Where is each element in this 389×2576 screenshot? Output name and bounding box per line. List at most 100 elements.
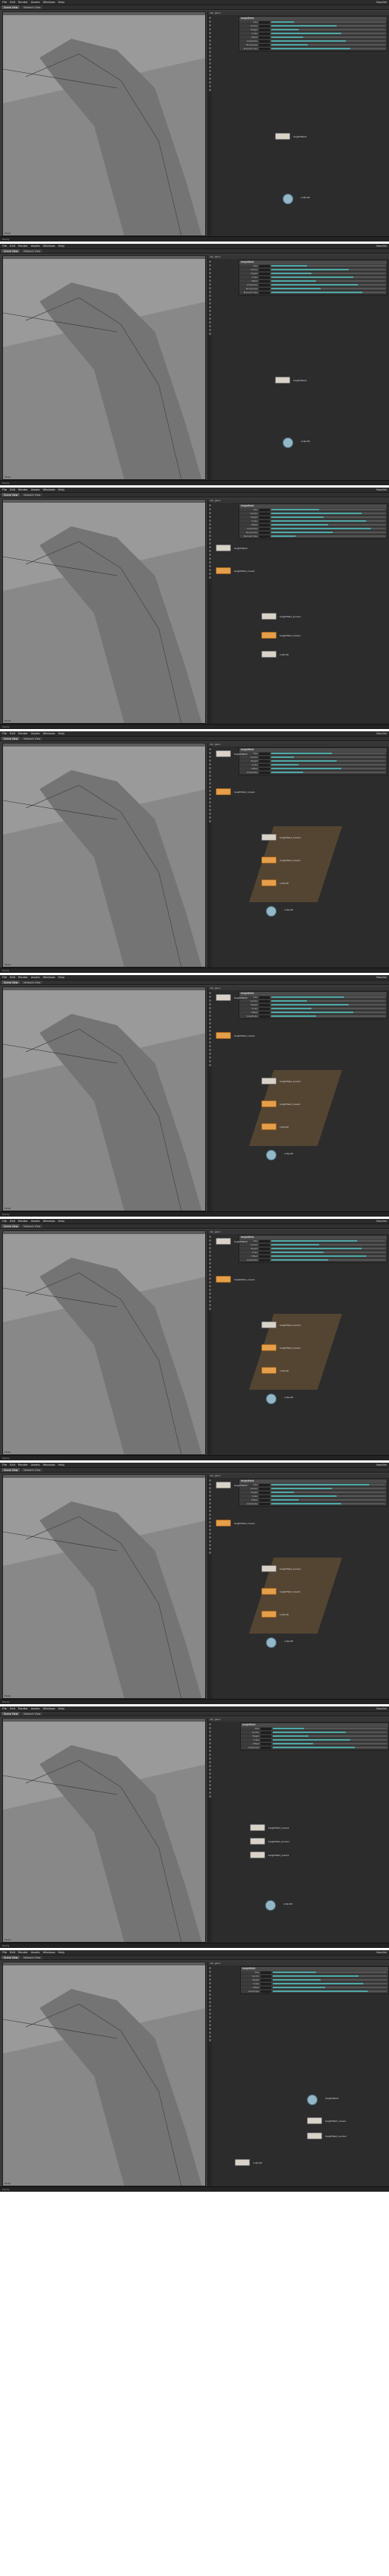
tool-icon[interactable] xyxy=(209,576,211,579)
parameter-slider[interactable] xyxy=(271,44,385,46)
tool-icon[interactable] xyxy=(209,999,211,1002)
tool-icon[interactable] xyxy=(209,1045,211,1047)
tool-icon[interactable] xyxy=(209,2020,211,2022)
menu-item[interactable]: Windows xyxy=(43,245,55,248)
parameter-slider[interactable] xyxy=(271,756,385,758)
tool-icon[interactable] xyxy=(209,17,211,19)
parameter-value-field[interactable] xyxy=(261,1735,271,1738)
tool-icon[interactable] xyxy=(209,523,211,526)
tool-icon[interactable] xyxy=(209,1506,211,1508)
network-node[interactable] xyxy=(307,2132,322,2139)
parameter-slider[interactable] xyxy=(271,516,385,518)
menu-item[interactable]: Edit xyxy=(10,1951,15,1954)
tool-icon[interactable] xyxy=(209,74,211,76)
parameter-value-field[interactable] xyxy=(259,999,270,1002)
tool-icon[interactable] xyxy=(209,1521,211,1523)
network-node[interactable] xyxy=(216,1276,231,1283)
menu-item[interactable]: Help xyxy=(59,1,65,4)
tool-icon[interactable] xyxy=(209,260,211,263)
tool-icon[interactable] xyxy=(209,1754,211,1756)
parameter-value-field[interactable] xyxy=(259,1011,270,1014)
tool-icon[interactable] xyxy=(209,992,211,994)
tool-icon[interactable] xyxy=(209,801,211,803)
path-item[interactable]: geo1 xyxy=(215,1474,221,1478)
tool-icon[interactable] xyxy=(209,797,211,800)
tool-icon[interactable] xyxy=(209,1750,211,1752)
parameter-value-field[interactable] xyxy=(259,752,270,755)
viewport-toolbar[interactable] xyxy=(3,987,205,990)
tab-0[interactable]: Scene View xyxy=(2,1224,21,1228)
viewport-toolbar[interactable] xyxy=(3,1475,205,1478)
parameter-value-field[interactable] xyxy=(259,527,270,530)
tool-icon[interactable] xyxy=(209,1026,211,1028)
menu-item[interactable]: Help xyxy=(59,1707,65,1710)
parameter-value-field[interactable] xyxy=(259,1243,270,1246)
path-item[interactable]: geo1 xyxy=(215,987,221,990)
parameter-slider[interactable] xyxy=(271,1252,385,1253)
parameter-value-field[interactable] xyxy=(259,291,270,294)
parameter-value-field[interactable] xyxy=(259,24,270,27)
tool-icon[interactable] xyxy=(209,1270,211,1272)
scene-viewport[interactable]: Persp xyxy=(2,255,206,480)
parameter-value-field[interactable] xyxy=(259,1258,270,1261)
tool-icon[interactable] xyxy=(209,291,211,293)
parameter-value-field[interactable] xyxy=(259,276,270,279)
parameter-value-field[interactable] xyxy=(261,1978,271,1981)
tab-0[interactable]: Scene View xyxy=(2,737,21,740)
tool-icon[interactable] xyxy=(209,2009,211,2011)
menu-item[interactable]: Help xyxy=(59,976,65,979)
tool-icon[interactable] xyxy=(209,759,211,762)
viewport-toolbar[interactable] xyxy=(3,256,205,259)
parameter-value-field[interactable] xyxy=(259,771,270,774)
menu-item[interactable]: Render xyxy=(18,1951,28,1954)
menu-item[interactable]: File xyxy=(2,245,7,248)
parameter-slider[interactable] xyxy=(271,535,385,537)
tool-icon[interactable] xyxy=(209,1738,211,1741)
tab-1[interactable]: Network View xyxy=(21,980,43,984)
tool-icon[interactable] xyxy=(209,1274,211,1276)
parameter-value-field[interactable] xyxy=(261,1731,271,1734)
tool-icon[interactable] xyxy=(209,535,211,537)
menu-item[interactable]: File xyxy=(2,976,7,979)
menu-item[interactable]: Help xyxy=(59,245,65,248)
menu-item[interactable]: Edit xyxy=(10,1220,15,1223)
tool-icon[interactable] xyxy=(209,1742,211,1744)
scene-viewport[interactable]: Persp xyxy=(2,743,206,968)
parameter-value-field[interactable] xyxy=(259,763,270,766)
parameter-slider[interactable] xyxy=(273,1743,387,1744)
output-node[interactable] xyxy=(266,906,277,917)
tool-icon[interactable] xyxy=(209,782,211,784)
menu-item[interactable]: Render xyxy=(18,245,28,248)
parameter-slider[interactable] xyxy=(271,1259,385,1261)
parameter-value-field[interactable] xyxy=(259,1491,270,1494)
parameter-slider[interactable] xyxy=(271,21,385,23)
network-node[interactable] xyxy=(261,1321,277,1328)
tab-0[interactable]: Scene View xyxy=(2,493,21,497)
path-item[interactable]: geo1 xyxy=(215,255,221,259)
tool-icon[interactable] xyxy=(209,1255,211,1257)
scene-viewport[interactable]: Persp xyxy=(2,11,206,236)
parameter-slider[interactable] xyxy=(271,1488,385,1489)
parameter-value-field[interactable] xyxy=(261,1975,271,1978)
tool-icon[interactable] xyxy=(209,1765,211,1767)
parameter-slider[interactable] xyxy=(271,29,385,30)
parameter-value-field[interactable] xyxy=(261,1727,271,1730)
network-node[interactable] xyxy=(216,750,231,757)
parameter-value-field[interactable] xyxy=(259,268,270,271)
path-item[interactable]: geo1 xyxy=(215,1718,221,1722)
parameter-value-field[interactable] xyxy=(259,287,270,290)
parameter-slider[interactable] xyxy=(271,528,385,529)
tool-icon[interactable] xyxy=(209,55,211,57)
tab-1[interactable]: Network View xyxy=(21,1468,43,1472)
tool-icon[interactable] xyxy=(209,2001,211,2003)
viewport-toolbar[interactable] xyxy=(3,1231,205,1234)
parameter-slider[interactable] xyxy=(271,532,385,533)
menu-item[interactable]: Edit xyxy=(10,1707,15,1710)
tool-icon[interactable] xyxy=(209,276,211,278)
output-node[interactable] xyxy=(283,194,293,204)
parameter-slider[interactable] xyxy=(271,1008,385,1009)
tool-icon[interactable] xyxy=(209,790,211,792)
menu-item[interactable]: Help xyxy=(59,1463,65,1466)
parameter-value-field[interactable] xyxy=(259,43,270,46)
tool-icon[interactable] xyxy=(209,1258,211,1261)
